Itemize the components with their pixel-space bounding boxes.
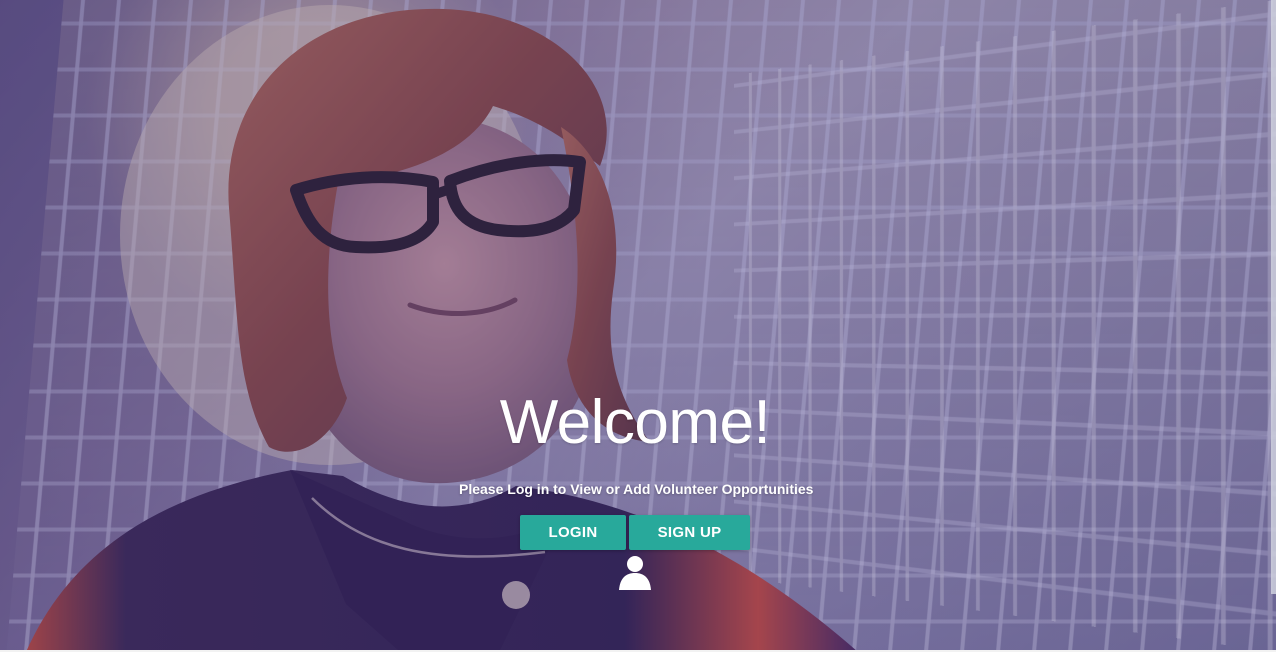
login-button[interactable]: LOGIN: [520, 515, 626, 550]
auth-button-group: LOGIN SIGN UP: [459, 515, 811, 550]
welcome-hero: Welcome! Please Log in to View or Add Vo…: [0, 0, 1276, 652]
login-instruction-text: Please Log in to View or Add Volunteer O…: [459, 481, 814, 497]
sign-up-button[interactable]: SIGN UP: [629, 515, 750, 550]
right-edge-strip: [1271, 0, 1276, 594]
user-icon: [619, 556, 651, 590]
welcome-panel: Welcome! Please Log in to View or Add Vo…: [459, 388, 814, 592]
welcome-heading: Welcome!: [499, 388, 771, 457]
bottom-border: [0, 650, 1276, 652]
